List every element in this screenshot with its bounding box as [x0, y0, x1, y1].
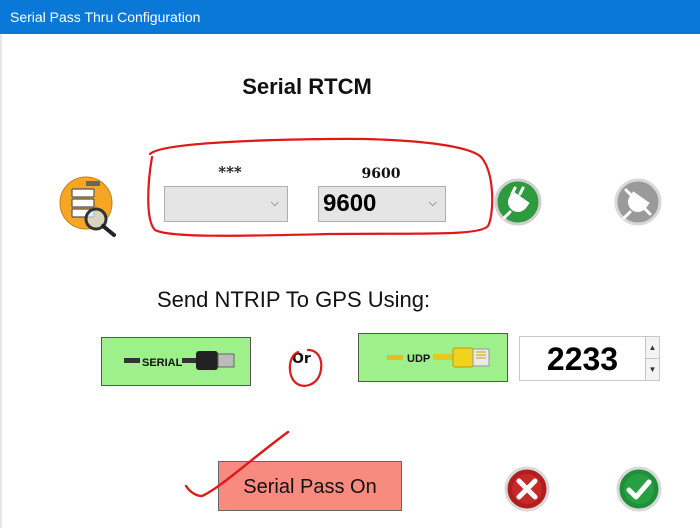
usb-search-icon[interactable] — [58, 175, 122, 239]
serial-cable-icon: SERIAL — [124, 351, 235, 370]
serial-pass-button[interactable]: Serial Pass On — [218, 461, 402, 511]
port-label: *** — [218, 163, 242, 181]
serial-mode-button[interactable]: SERIAL — [101, 337, 251, 386]
udp-mode-label: UDP — [407, 353, 430, 365]
title-bar: Serial Pass Thru Configuration — [0, 0, 700, 34]
plug-disconnect-icon[interactable] — [614, 178, 662, 226]
serial-mode-label: SERIAL — [142, 357, 183, 369]
window-left-edge — [0, 34, 2, 528]
send-method-label: Send NTRIP To GPS Using: — [157, 287, 431, 312]
cancel-x-icon[interactable] — [504, 466, 550, 512]
or-label: Or — [292, 351, 311, 367]
section-heading: Serial RTCM — [242, 74, 372, 99]
spin-down-icon[interactable]: ▼ — [646, 359, 659, 380]
udp-mode-button[interactable]: UDP — [358, 333, 508, 382]
udp-port-input[interactable]: 2233 — [519, 336, 646, 381]
checkmark-icon[interactable] — [616, 466, 662, 512]
plug-connect-icon[interactable] — [494, 178, 542, 226]
spin-up-icon[interactable]: ▲ — [646, 337, 659, 359]
udp-port-value: 2233 — [546, 341, 619, 377]
chevron-down-icon: ⌵ — [428, 197, 437, 209]
udp-port-spinner[interactable]: ▲ ▼ — [645, 336, 660, 381]
baud-select-value: 9600 — [323, 190, 377, 217]
baud-label: 9600 — [361, 166, 401, 182]
ethernet-cable-icon: UDP — [387, 347, 490, 368]
serial-pass-label: Serial Pass On — [243, 476, 377, 498]
baud-select[interactable]: 9600 ⌵ — [318, 186, 446, 222]
window-title: Serial Pass Thru Configuration — [10, 9, 201, 25]
chevron-down-icon: ⌵ — [270, 197, 279, 209]
port-select[interactable]: ⌵ — [164, 186, 288, 222]
